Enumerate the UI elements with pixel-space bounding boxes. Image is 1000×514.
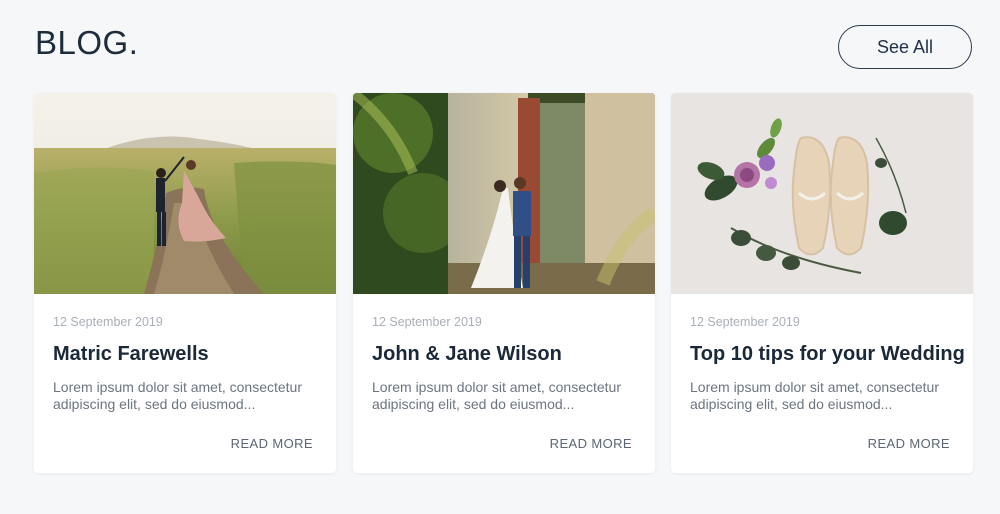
post-title[interactable]: Top 10 tips for your Wedding <box>690 343 965 366</box>
blog-card[interactable]: 12 September 2019 Matric Farewells Lorem… <box>34 93 336 473</box>
read-more-link[interactable]: READ MORE <box>868 436 950 451</box>
see-all-button[interactable]: See All <box>838 25 972 69</box>
post-title[interactable]: John & Jane Wilson <box>372 343 562 366</box>
post-excerpt: Lorem ipsum dolor sit amet, consectetur … <box>372 379 621 412</box>
read-more-link[interactable]: READ MORE <box>231 436 313 451</box>
post-excerpt: Lorem ipsum dolor sit amet, consectetur … <box>53 379 302 412</box>
read-more-link[interactable]: READ MORE <box>550 436 632 451</box>
blog-header: BLOG. See All <box>0 0 1000 90</box>
page-title: BLOG. <box>35 24 139 61</box>
wedding-couple-ruins-photo[interactable] <box>353 93 655 294</box>
wedding-shoes-flowers-photo[interactable] <box>671 93 973 294</box>
couple-dancing-wheat-field-photo[interactable] <box>34 93 336 294</box>
post-date: 12 September 2019 <box>53 315 163 329</box>
blog-card[interactable]: 12 September 2019 John & Jane Wilson Lor… <box>353 93 655 473</box>
post-date: 12 September 2019 <box>372 315 482 329</box>
post-date: 12 September 2019 <box>690 315 800 329</box>
post-title[interactable]: Matric Farewells <box>53 343 209 366</box>
blog-card[interactable]: 12 September 2019 Top 10 tips for your W… <box>671 93 973 473</box>
post-excerpt: Lorem ipsum dolor sit amet, consectetur … <box>690 379 939 412</box>
blog-post-list: 12 September 2019 Matric Farewells Lorem… <box>34 93 973 473</box>
